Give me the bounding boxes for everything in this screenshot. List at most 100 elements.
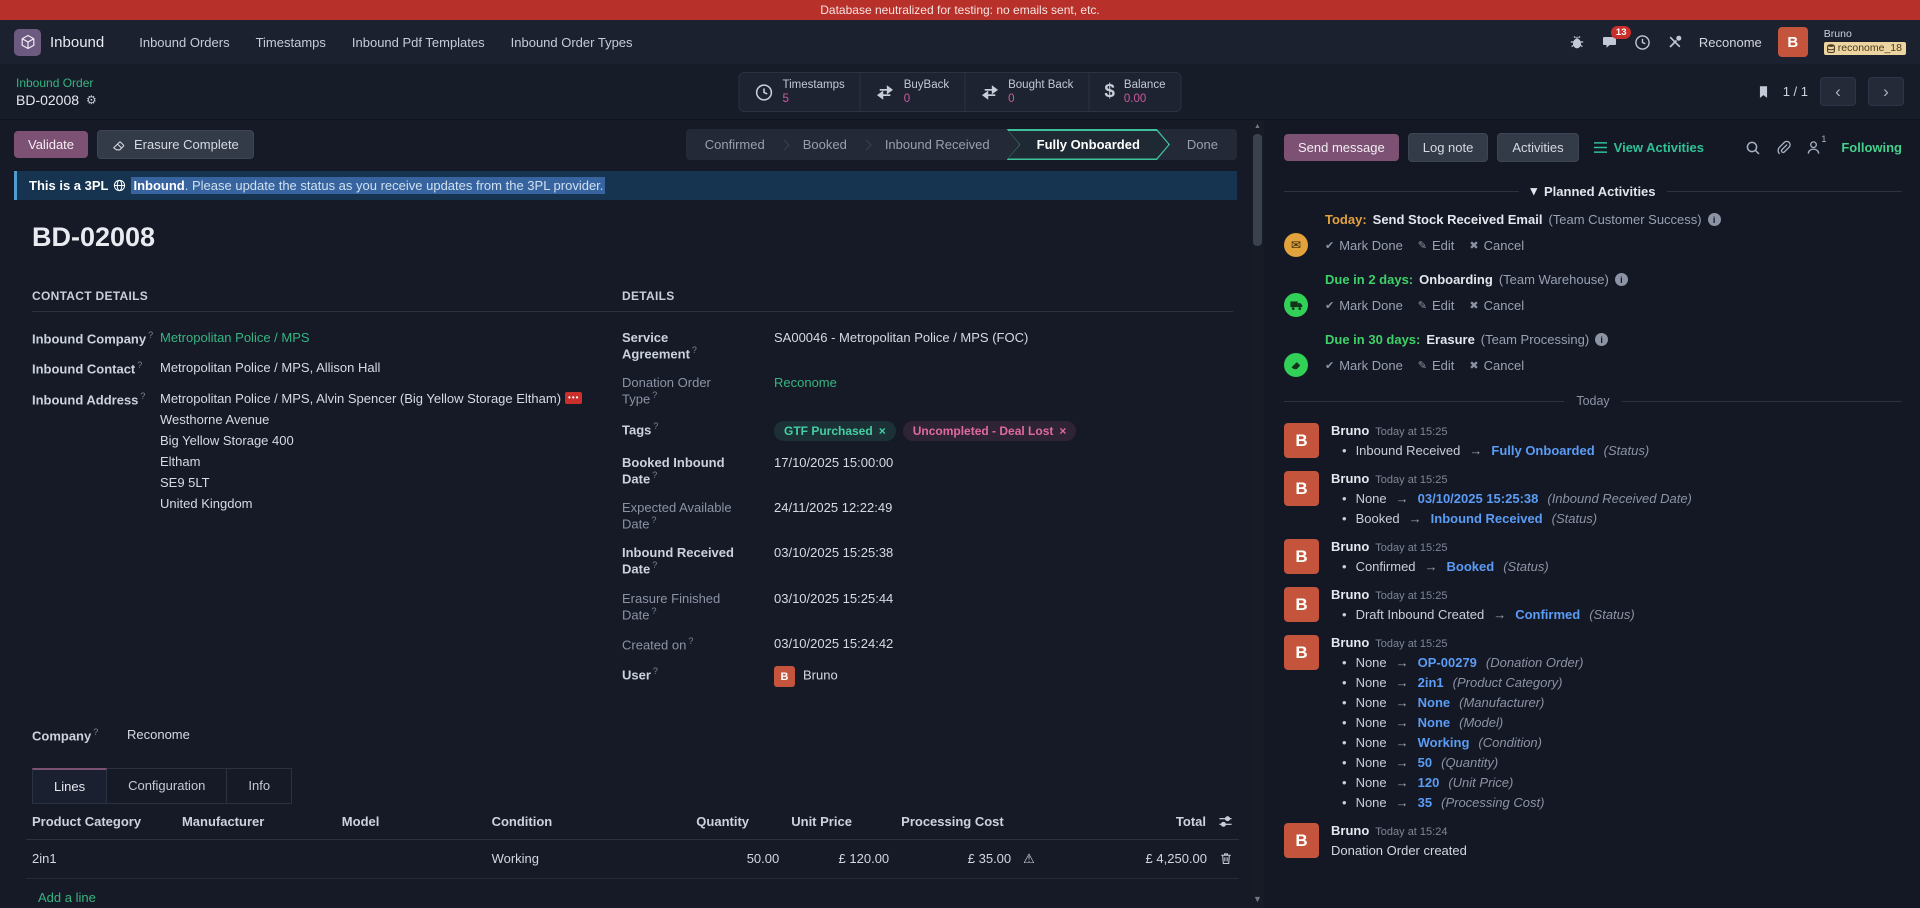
tag-gtf-purchased[interactable]: GTF Purchased×	[774, 421, 896, 441]
mark-done-action[interactable]: ✔Mark Done	[1325, 238, 1403, 253]
search-messages-icon[interactable]	[1745, 140, 1761, 156]
inbound-company-value[interactable]: Metropolitan Police / MPS	[160, 330, 310, 346]
following-toggle[interactable]: Following	[1841, 140, 1902, 155]
status-step-inbound-received[interactable]: Inbound Received	[868, 137, 1007, 152]
col-product-category[interactable]: Product Category	[26, 804, 176, 840]
col-total[interactable]: Total	[1079, 804, 1239, 840]
company-switcher[interactable]: Reconome	[1699, 35, 1762, 50]
tag-remove-icon[interactable]: ×	[879, 424, 886, 438]
cancel-action[interactable]: ✖Cancel	[1469, 298, 1524, 313]
avatar[interactable]: B	[1284, 423, 1319, 458]
col-unit-price[interactable]: Unit Price	[785, 804, 895, 840]
cell-unit-price[interactable]: £ 120.00	[785, 839, 895, 878]
nav-item-inbound-pdf-templates[interactable]: Inbound Pdf Templates	[339, 35, 498, 50]
tools-icon[interactable]	[1667, 34, 1683, 50]
timestamps-smart-button[interactable]: Timestamps5	[740, 73, 861, 111]
view-activities-link[interactable]: View Activities	[1593, 140, 1704, 155]
cell-model[interactable]	[336, 839, 486, 878]
cell-manufacturer[interactable]	[176, 839, 336, 878]
followers-icon[interactable]: 1	[1806, 140, 1826, 155]
tab-lines[interactable]: Lines	[32, 768, 107, 804]
edit-action[interactable]: ✎Edit	[1418, 238, 1455, 253]
service-agreement-value[interactable]: SA00046 - Metropolitan Police / MPS (FOC…	[774, 330, 1028, 361]
cell-product-category[interactable]: 2in1	[26, 839, 176, 878]
col-manufacturer[interactable]: Manufacturer	[176, 804, 336, 840]
info-icon[interactable]: i	[1595, 333, 1608, 346]
validate-button[interactable]: Validate	[14, 131, 88, 158]
status-step-fully-onboarded-active[interactable]: Fully Onboarded	[1007, 129, 1170, 160]
nav-item-timestamps[interactable]: Timestamps	[243, 35, 339, 50]
attachments-paperclip-icon[interactable]	[1776, 140, 1791, 156]
tab-configuration[interactable]: Configuration	[107, 768, 227, 804]
col-condition[interactable]: Condition	[486, 804, 691, 840]
user-avatar[interactable]: B	[1778, 27, 1808, 57]
record-actions-gear-icon[interactable]: ⚙	[86, 93, 97, 107]
avatar[interactable]: B	[1284, 635, 1319, 670]
col-model[interactable]: Model	[336, 804, 486, 840]
debug-bug-icon[interactable]	[1569, 34, 1585, 50]
edit-action[interactable]: ✎Edit	[1418, 298, 1455, 313]
booked-inbound-date-value[interactable]: 17/10/2025 15:00:00	[774, 455, 893, 486]
bookmark-icon[interactable]	[1756, 84, 1771, 100]
user-menu[interactable]: Bruno reconome_18	[1824, 29, 1906, 55]
status-step-booked[interactable]: Booked	[786, 137, 864, 152]
bought-back-smart-button[interactable]: Bought Back0	[965, 73, 1089, 111]
tab-info[interactable]: Info	[227, 768, 292, 804]
info-icon[interactable]: i	[1615, 273, 1628, 286]
delete-row-trash-icon[interactable]	[1219, 851, 1233, 866]
edit-action[interactable]: ✎Edit	[1418, 358, 1455, 373]
breadcrumb-parent[interactable]: Inbound Order	[16, 76, 97, 90]
field-tags: Tags? GTF Purchased× Uncompleted - Deal …	[622, 421, 1233, 441]
avatar[interactable]: B	[1284, 471, 1319, 506]
planned-activities-toggle[interactable]: ▾Planned Activities	[1530, 183, 1655, 199]
inbound-contact-value[interactable]: Metropolitan Police / MPS, Allison Hall	[160, 360, 380, 376]
cell-condition[interactable]: Working	[486, 839, 691, 878]
activities-button[interactable]: Activities	[1497, 133, 1578, 162]
info-icon[interactable]: i	[1708, 213, 1721, 226]
status-step-confirmed[interactable]: Confirmed	[688, 137, 782, 152]
line-row[interactable]: 2in1 Working 50.00 £ 120.00 £ 35.00 ⚠ £ …	[26, 839, 1239, 878]
nav-item-inbound-order-types[interactable]: Inbound Order Types	[498, 35, 646, 50]
pager-previous-button[interactable]: ‹	[1820, 77, 1856, 106]
app-menu-button[interactable]	[14, 29, 41, 56]
pager-next-button[interactable]: ›	[1868, 77, 1904, 106]
cell-quantity[interactable]: 50.00	[690, 839, 785, 878]
send-message-button[interactable]: Send message	[1284, 134, 1399, 161]
scrollbar-thumb[interactable]	[1253, 134, 1262, 246]
cell-processing-cost[interactable]: £ 35.00	[895, 839, 1017, 878]
inbound-received-date-value[interactable]: 03/10/2025 15:25:38	[774, 545, 893, 576]
dollar-icon: $	[1104, 81, 1115, 103]
activities-clock-icon[interactable]	[1634, 34, 1651, 51]
cancel-action[interactable]: ✖Cancel	[1469, 238, 1524, 253]
message: B BrunoToday at 15:24 Donation Order cre…	[1284, 823, 1902, 858]
donation-order-type-value[interactable]: Reconome	[774, 375, 837, 406]
col-quantity[interactable]: Quantity	[690, 804, 785, 840]
app-name[interactable]: Inbound	[50, 34, 104, 51]
avatar[interactable]: B	[1284, 587, 1319, 622]
scroll-up-icon[interactable]: ▲	[1251, 123, 1264, 130]
mark-done-action[interactable]: ✔Mark Done	[1325, 358, 1403, 373]
company-value[interactable]: Reconome	[127, 727, 190, 743]
tag-uncompleted-deal-lost[interactable]: Uncompleted - Deal Lost×	[903, 421, 1077, 441]
avatar[interactable]: B	[1284, 823, 1319, 858]
form-scrollbar[interactable]: ▲ ▼	[1251, 120, 1264, 908]
user-field-value[interactable]: Bruno	[803, 668, 838, 683]
scroll-down-icon[interactable]: ▼	[1251, 894, 1264, 904]
messages-icon[interactable]: 13	[1601, 34, 1618, 50]
optional-columns-icon[interactable]	[1218, 814, 1233, 829]
address-more-badge[interactable]: •••	[565, 392, 582, 404]
status-step-done[interactable]: Done	[1170, 137, 1235, 152]
nav-item-inbound-orders[interactable]: Inbound Orders	[126, 35, 242, 50]
caret-down-icon: ▾	[1530, 183, 1537, 199]
buyback-smart-button[interactable]: BuyBack0	[861, 73, 965, 111]
inbound-address-value[interactable]: Metropolitan Police / MPS, Alvin Spencer…	[160, 391, 561, 406]
mark-done-action[interactable]: ✔Mark Done	[1325, 298, 1403, 313]
avatar[interactable]: B	[1284, 539, 1319, 574]
add-a-line-link[interactable]: Add a line	[32, 879, 102, 905]
cancel-action[interactable]: ✖Cancel	[1469, 358, 1524, 373]
balance-smart-button[interactable]: $ Balance0.00	[1089, 73, 1180, 111]
tag-remove-icon[interactable]: ×	[1059, 424, 1066, 438]
col-processing-cost[interactable]: Processing Cost	[895, 804, 1017, 840]
log-note-button[interactable]: Log note	[1408, 133, 1489, 162]
erasure-complete-button[interactable]: Erasure Complete	[97, 130, 254, 159]
